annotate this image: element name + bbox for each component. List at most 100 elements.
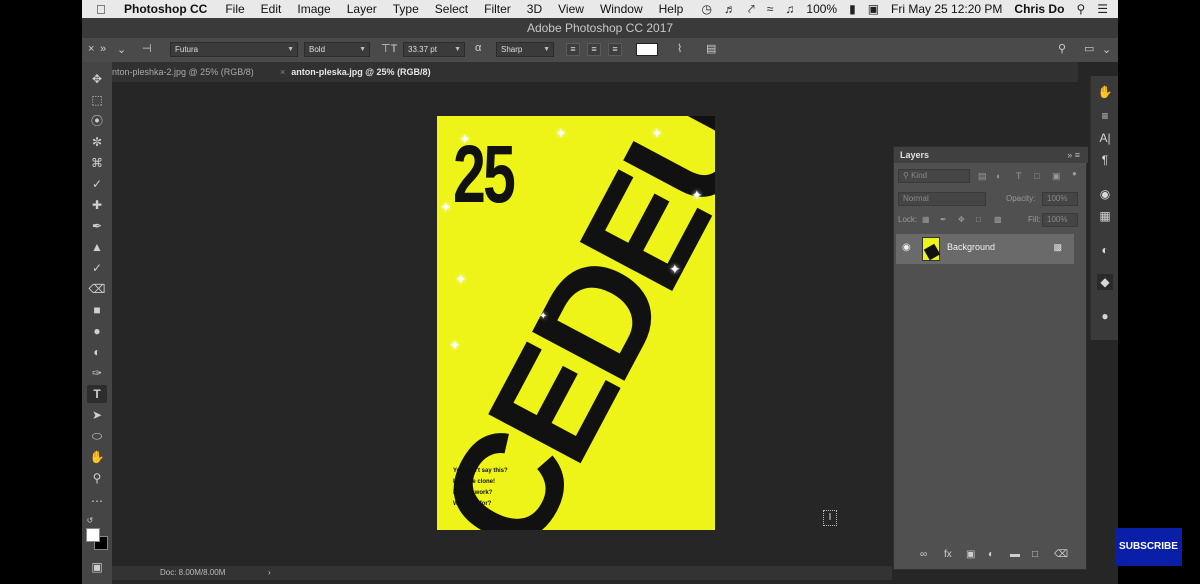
menu-edit[interactable]: Edit bbox=[261, 2, 282, 16]
history-brush-icon[interactable]: ✓ bbox=[87, 259, 107, 277]
notification-center-icon[interactable]: ☰ bbox=[1097, 2, 1108, 16]
more-icon[interactable]: ⋯ bbox=[87, 492, 107, 510]
menu-image[interactable]: Image bbox=[297, 2, 330, 16]
tool-preset-chevron-icon[interactable]: ⌄ bbox=[117, 43, 126, 56]
speaker-icon[interactable]: ♫ bbox=[785, 2, 794, 16]
warp-text-icon[interactable]: ⌇ bbox=[677, 42, 682, 55]
filter-type-icon[interactable]: T bbox=[1016, 168, 1022, 184]
opacity-input[interactable]: 100% bbox=[1042, 192, 1078, 206]
add-mask-icon[interactable]: ▣ bbox=[966, 549, 975, 560]
filter-shape-icon[interactable]: □ bbox=[1034, 168, 1039, 184]
zoom-icon[interactable]: ⚲ bbox=[87, 469, 107, 487]
character-icon[interactable]: A| bbox=[1097, 130, 1113, 146]
menu-window[interactable]: Window bbox=[600, 2, 643, 16]
path-select-icon[interactable]: ➤ bbox=[87, 406, 107, 424]
pen-icon[interactable]: ✑ bbox=[87, 364, 107, 382]
marquee-icon[interactable]: ⬚ bbox=[87, 91, 107, 109]
tab-document-1[interactable]: nton-pleshka-2.jpg @ 25% (RGB/8) bbox=[112, 62, 254, 82]
brush-icon[interactable]: ✒ bbox=[87, 217, 107, 235]
foreground-color-swatch[interactable] bbox=[86, 528, 100, 542]
menu-filter[interactable]: Filter bbox=[484, 2, 511, 16]
quick-select-icon[interactable]: ✼ bbox=[87, 133, 107, 151]
text-orientation-icon[interactable]: ⊣ bbox=[142, 42, 152, 55]
dodge-icon[interactable]: ◐ bbox=[87, 343, 107, 361]
shape-icon[interactable]: ⬭ bbox=[87, 427, 107, 445]
align-right-button[interactable]: ≡ bbox=[608, 43, 622, 56]
lock-position-icon[interactable]: ✥ bbox=[958, 212, 965, 228]
lock-transparent-icon[interactable]: ▦ bbox=[922, 212, 930, 228]
delete-layer-icon[interactable]: ⌫ bbox=[1054, 549, 1068, 560]
screen-mirroring-icon[interactable]: ▣ bbox=[868, 2, 879, 16]
blur-icon[interactable]: ● bbox=[87, 322, 107, 340]
move-icon[interactable]: ✥ bbox=[87, 70, 107, 88]
collapse-icon[interactable]: » bbox=[100, 43, 106, 55]
volume-icon[interactable]: ♬ bbox=[724, 2, 736, 16]
lock-all-icon[interactable]: ▩ bbox=[994, 212, 1002, 228]
airdrop-icon[interactable]: ⤤ bbox=[748, 2, 755, 17]
layer-row[interactable]: ◉ Background ▩ bbox=[896, 234, 1074, 264]
menu-view[interactable]: View bbox=[558, 2, 584, 16]
align-left-button[interactable]: ≡ bbox=[566, 43, 580, 56]
eraser-icon[interactable]: ⌫ bbox=[87, 280, 107, 298]
link-layers-icon[interactable]: ∞ bbox=[920, 549, 927, 560]
properties-icon[interactable]: ≡ bbox=[1097, 108, 1113, 124]
font-style-select[interactable]: Bold ▼ bbox=[304, 42, 370, 57]
user-name[interactable]: Chris Do bbox=[1014, 2, 1064, 16]
time-machine-icon[interactable]: ◷ bbox=[702, 2, 712, 16]
menu-3d[interactable]: 3D bbox=[527, 2, 542, 16]
close-panel-icon[interactable]: × bbox=[88, 43, 94, 55]
align-center-button[interactable]: ≡ bbox=[587, 43, 601, 56]
lock-artboard-icon[interactable]: □ bbox=[976, 212, 981, 228]
filter-smart-object-icon[interactable]: ▣ bbox=[1052, 168, 1061, 184]
font-family-select[interactable]: Futura ▼ bbox=[170, 42, 298, 57]
crop-icon[interactable]: ⌘ bbox=[87, 154, 107, 172]
new-adjustment-icon[interactable]: ◐ bbox=[988, 549, 994, 560]
type-icon[interactable]: T bbox=[87, 385, 107, 403]
text-color-swatch[interactable] bbox=[636, 43, 658, 56]
new-layer-icon[interactable]: □ bbox=[1032, 549, 1038, 560]
document-canvas[interactable]: CEDEUIINE 25 ✦ ✦ ✦ ✦ ✦ ✦ ✦ ✦ ✦ You don't… bbox=[437, 116, 715, 530]
swatches-icon[interactable]: ▦ bbox=[1097, 208, 1113, 224]
character-panel-icon[interactable]: ▤ bbox=[706, 42, 716, 55]
wifi-icon[interactable]: ≈ bbox=[767, 2, 774, 16]
filter-pixel-icon[interactable]: ▤ bbox=[978, 168, 987, 184]
apple-icon[interactable]:  bbox=[96, 2, 110, 17]
close-icon[interactable]: × bbox=[280, 67, 285, 77]
stamp-icon[interactable]: ▲ bbox=[87, 238, 107, 256]
layer-filter-select[interactable]: ⚲ Kind bbox=[898, 169, 970, 183]
color-icon[interactable]: ◉ bbox=[1097, 186, 1113, 202]
panel-menu-icon[interactable]: » ≡ bbox=[1067, 147, 1080, 163]
subscribe-button[interactable]: SUBSCRIBE bbox=[1115, 528, 1182, 566]
clock[interactable]: Fri May 25 12:20 PM bbox=[891, 2, 1002, 16]
gradient-icon[interactable]: ■ bbox=[87, 301, 107, 319]
history-icon[interactable]: ✋ bbox=[1097, 84, 1113, 100]
anti-alias-select[interactable]: Sharp ▼ bbox=[496, 42, 554, 57]
hand-icon[interactable]: ✋ bbox=[87, 448, 107, 466]
filter-adjustment-icon[interactable]: ◐ bbox=[996, 168, 1001, 184]
lock-icon[interactable]: ▩ bbox=[1053, 242, 1062, 253]
fill-input[interactable]: 100% bbox=[1042, 213, 1078, 227]
search-icon[interactable]: ⚲ bbox=[1058, 42, 1066, 55]
battery-icon[interactable]: ▮ bbox=[849, 2, 856, 16]
eye-icon[interactable]: ◉ bbox=[902, 242, 911, 253]
menu-select[interactable]: Select bbox=[435, 2, 468, 16]
eyedropper-icon[interactable]: ✓ bbox=[87, 175, 107, 193]
tab-document-2[interactable]: × anton-pleska.jpg @ 25% (RGB/8) bbox=[280, 62, 431, 82]
new-group-icon[interactable]: ▬ bbox=[1010, 549, 1020, 560]
font-size-select[interactable]: 33.37 pt ▼ bbox=[403, 42, 465, 57]
workspace-icon[interactable]: ▭ bbox=[1084, 42, 1094, 55]
layer-style-icon[interactable]: fx bbox=[944, 549, 952, 560]
menu-app-name[interactable]: Photoshop CC bbox=[124, 2, 207, 16]
menu-file[interactable]: File bbox=[225, 2, 244, 16]
battery-level[interactable]: 100% bbox=[806, 2, 837, 16]
color-swatches[interactable] bbox=[86, 528, 110, 552]
quick-mask-icon[interactable]: ▣ bbox=[87, 558, 107, 576]
channels-icon[interactable]: ● bbox=[1097, 308, 1113, 324]
spotlight-icon[interactable]: ⚲ bbox=[1076, 2, 1085, 16]
chevron-down-icon[interactable]: ⌄ bbox=[1102, 43, 1111, 56]
filter-toggle-icon[interactable]: ● bbox=[1072, 166, 1077, 182]
menu-help[interactable]: Help bbox=[659, 2, 684, 16]
layers-icon[interactable]: ◆ bbox=[1097, 274, 1113, 290]
healing-icon[interactable]: ✚ bbox=[87, 196, 107, 214]
menu-layer[interactable]: Layer bbox=[347, 2, 377, 16]
